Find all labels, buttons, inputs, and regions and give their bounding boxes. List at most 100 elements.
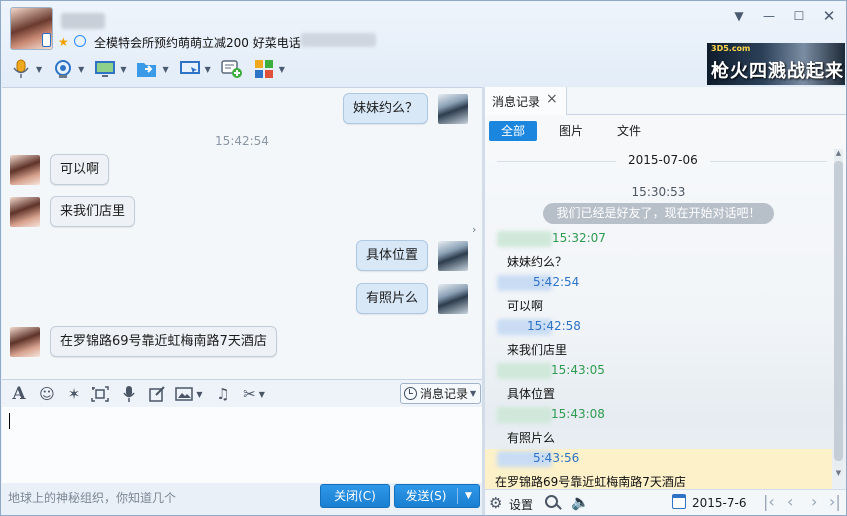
chat-messages: 妹妹约么？ 15:42:54 可以啊 来我们店里 具体位置 有照片么 在罗锦路6… bbox=[2, 87, 482, 379]
chevron-down-icon[interactable]: ▼ bbox=[732, 9, 746, 23]
video-call-button[interactable]: ▼ bbox=[52, 58, 84, 80]
remote-assist-button[interactable]: ▼ bbox=[179, 58, 211, 80]
voice-message-icon[interactable] bbox=[120, 385, 138, 403]
contact-avatar[interactable] bbox=[10, 7, 53, 50]
message-row: 可以啊 bbox=[10, 154, 110, 185]
tab-message-history[interactable]: 消息记录 × bbox=[485, 87, 567, 115]
entry-text: 可以啊 bbox=[507, 299, 544, 313]
avatar[interactable] bbox=[438, 240, 468, 271]
filter-files[interactable]: 文件 bbox=[605, 121, 653, 141]
edit-icon[interactable] bbox=[148, 385, 166, 403]
chevron-down-icon[interactable]: ▼ bbox=[162, 65, 168, 74]
screenshot-icon[interactable] bbox=[91, 385, 109, 403]
create-group-button[interactable] bbox=[221, 58, 243, 80]
entry-text: 有照片么 bbox=[507, 431, 556, 445]
entry-time: 15:32:07 bbox=[552, 231, 606, 245]
screen-share-button[interactable]: ▼ bbox=[94, 58, 126, 80]
entry-text: 妹妹约么？ bbox=[507, 255, 568, 269]
message-bubble: 在罗锦路69号靠近虹梅南路7天酒店 bbox=[50, 326, 277, 357]
search-icon[interactable] bbox=[545, 495, 558, 508]
filter-all[interactable]: 全部 bbox=[489, 121, 538, 141]
group-chat-icon bbox=[221, 58, 243, 80]
message-history-button[interactable]: 消息记录 ▼ bbox=[400, 383, 481, 404]
close-button[interactable]: 关闭(C) bbox=[320, 484, 390, 508]
chevron-down-icon[interactable]: ▼ bbox=[36, 65, 42, 74]
input-toolbar: A ☺ ✶ ▼ ♫ ✂ ▼ 消息记录 ▼ bbox=[2, 379, 482, 407]
entry-time: 5:42:54 bbox=[533, 275, 580, 289]
history-filters: 全部 图片 文件 bbox=[489, 121, 663, 141]
history-tabbar: 消息记录 × bbox=[485, 87, 846, 115]
emoji-icon[interactable]: ☺ bbox=[38, 385, 56, 403]
history-footer: ⚙ 设置 🔈 2015-7-6 |‹ ‹ › ›| bbox=[485, 489, 846, 515]
prev-page-icon[interactable]: ‹ bbox=[787, 492, 793, 511]
sender-redacted bbox=[497, 363, 552, 379]
avatar[interactable] bbox=[10, 196, 40, 227]
chevron-down-icon[interactable]: ▼ bbox=[120, 65, 126, 74]
send-button[interactable]: 发送(S) ▼ bbox=[394, 484, 480, 508]
calendar-icon[interactable] bbox=[672, 494, 686, 509]
footer-date[interactable]: 2015-7-6 bbox=[692, 496, 746, 510]
last-page-icon[interactable]: ›| bbox=[829, 492, 841, 511]
send-button-label: 发送(S) bbox=[405, 489, 447, 503]
file-transfer-icon bbox=[136, 58, 158, 80]
entry-time: 15:43:05 bbox=[551, 363, 605, 377]
ad-logo: 3D5.com bbox=[711, 44, 751, 53]
scissors-icon[interactable]: ✂ ▼ bbox=[239, 385, 269, 403]
font-icon[interactable]: A bbox=[10, 384, 28, 404]
contact-signature: 全模特会所预约萌萌立减200 好菜电话 bbox=[94, 36, 301, 50]
scrollbar-thumb[interactable] bbox=[834, 161, 843, 461]
news-hint-link[interactable]: 地球上的神秘组织，你知道几个 bbox=[8, 489, 176, 506]
message-row: 妹妹约么？ bbox=[342, 93, 468, 124]
chevron-down-icon[interactable]: ▼ bbox=[205, 65, 211, 74]
send-file-button[interactable]: ▼ bbox=[136, 58, 169, 80]
tab-label: 消息记录 bbox=[492, 95, 541, 109]
avatar[interactable] bbox=[10, 154, 40, 185]
system-message: 我们已经是好友了，现在开始对话吧！ bbox=[543, 203, 774, 224]
apps-icon bbox=[253, 58, 275, 80]
filter-images[interactable]: 图片 bbox=[547, 121, 595, 141]
chevron-down-icon[interactable]: ▼ bbox=[279, 65, 285, 74]
history-date: 2015-07-06 bbox=[616, 153, 710, 167]
message-history-label: 消息记录 bbox=[420, 387, 469, 401]
avatar[interactable] bbox=[10, 326, 40, 357]
voice-call-button[interactable]: ▼ bbox=[10, 58, 42, 80]
message-input[interactable] bbox=[2, 407, 482, 483]
close-icon[interactable]: ✕ bbox=[822, 9, 836, 24]
history-entry: 5:43:56 在罗锦路69号靠近虹梅南路7天酒店 bbox=[485, 449, 832, 489]
speaker-icon[interactable]: 🔈 bbox=[571, 493, 590, 511]
entry-time: 15:43:08 bbox=[551, 407, 605, 421]
entry-time: 15:42:58 bbox=[527, 319, 581, 333]
message-history-panel: 消息记录 × 全部 图片 文件 2015-07-06 15:30:53 我们已经… bbox=[485, 87, 846, 515]
avatar[interactable] bbox=[438, 93, 468, 124]
message-row: 有照片么 bbox=[355, 283, 468, 314]
window-controls: ▼ — ☐ ✕ bbox=[732, 9, 836, 24]
minimize-icon[interactable]: — bbox=[762, 9, 776, 23]
image-icon[interactable]: ▼ bbox=[174, 385, 204, 403]
music-icon[interactable]: ♫ bbox=[214, 385, 232, 403]
history-time: 15:30:53 bbox=[631, 185, 686, 199]
message-row: 在罗锦路69号靠近虹梅南路7天酒店 bbox=[10, 326, 277, 357]
avatar[interactable] bbox=[438, 283, 468, 314]
next-page-icon[interactable]: › bbox=[811, 492, 817, 511]
collapse-panel-icon[interactable]: › bbox=[472, 223, 476, 236]
scroll-down-icon[interactable]: ▼ bbox=[834, 469, 843, 477]
maximize-icon[interactable]: ☐ bbox=[792, 9, 806, 23]
close-icon[interactable]: × bbox=[546, 91, 558, 107]
chevron-down-icon[interactable]: ▼ bbox=[78, 65, 84, 74]
message-bubble: 来我们店里 bbox=[50, 196, 136, 227]
scroll-up-icon[interactable]: ▲ bbox=[834, 149, 843, 157]
ad-banner[interactable]: 3D5.com 枪火四溅战起来 bbox=[707, 43, 845, 85]
send-button-divider bbox=[457, 488, 458, 504]
screen-share-icon bbox=[94, 58, 116, 80]
gear-icon[interactable]: ⚙ bbox=[489, 494, 502, 512]
contact-name-redacted bbox=[61, 13, 105, 29]
shake-icon[interactable]: ✶ bbox=[65, 385, 83, 403]
history-scrollbar[interactable]: ▲ ▼ bbox=[834, 149, 843, 477]
apps-button[interactable]: ▼ bbox=[253, 58, 285, 80]
first-page-icon[interactable]: |‹ bbox=[763, 492, 775, 511]
message-bubble: 具体位置 bbox=[355, 240, 428, 271]
send-options-chevron-icon[interactable]: ▼ bbox=[465, 485, 472, 507]
history-entry: 15:43:08 有照片么 bbox=[485, 407, 832, 451]
settings-link[interactable]: 设置 bbox=[509, 496, 533, 513]
qq-status-icon bbox=[74, 35, 86, 47]
